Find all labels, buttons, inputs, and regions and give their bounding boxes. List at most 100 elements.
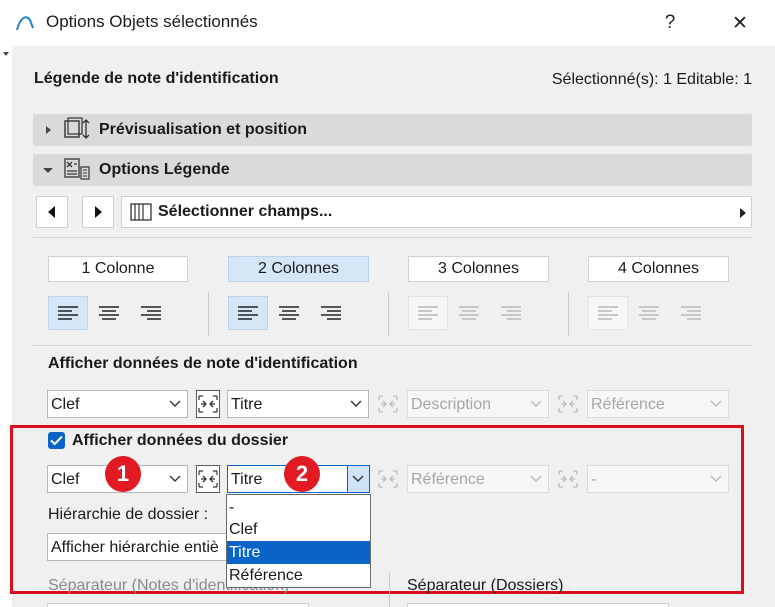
align-center-icon [99,306,119,320]
note-field-3-select[interactable]: Description [407,390,549,418]
hierarchy-label: Hiérarchie de dossier : [48,506,209,523]
link-columns-button[interactable] [376,465,400,493]
link-arrows-icon [378,470,398,488]
note-data-title: Afficher données de note d'identificatio… [48,355,358,372]
divider [33,345,752,346]
column-4-button[interactable]: 4 Colonnes [588,256,729,282]
separator-folders-field[interactable] [407,603,669,607]
section-preview-label: Prévisualisation et position [99,121,308,138]
dropdown-option[interactable]: - [227,496,370,519]
section-preview-position[interactable]: Prévisualisation et position [33,114,752,146]
triangle-left-icon [48,206,55,218]
link-columns-button[interactable] [196,390,220,418]
link-columns-button[interactable] [196,465,220,493]
align-right-button[interactable] [671,296,711,330]
align-right-button[interactable] [311,296,351,330]
separator [208,292,209,336]
align-left-icon [58,306,78,320]
chevron-right-icon [739,206,747,224]
close-button[interactable]: ✕ [725,8,755,38]
dropdown-option-selected[interactable]: Titre [227,541,370,564]
dropdown-option[interactable]: Clef [227,518,370,541]
separator [388,292,389,336]
previous-button[interactable] [36,196,68,228]
note-field-2-select[interactable]: Titre [227,390,369,418]
annotation-badge-1: 1 [105,456,141,492]
selection-status: Sélectionné(s): 1 Editable: 1 [551,71,752,88]
link-columns-button[interactable] [376,390,400,418]
align-left-button[interactable] [228,296,268,330]
align-center-button[interactable] [449,296,489,330]
folder-field-3-value: Référence [411,471,485,488]
chevron-down-icon [169,475,181,482]
hierarchy-value: Afficher hiérarchie entiè [51,539,219,556]
select-fields-button[interactable]: Sélectionner champs... [121,196,752,228]
align-left-button[interactable] [408,296,448,330]
align-left-icon [418,306,438,320]
align-center-button[interactable] [89,296,129,330]
chevron-down-icon [41,163,55,177]
field-dropdown-list[interactable]: - Clef Titre Référence [226,494,371,588]
link-arrows-icon [558,470,578,488]
folder-data-checkbox[interactable] [48,432,65,449]
chevron-right-icon [41,123,55,137]
link-columns-button[interactable] [556,390,580,418]
next-button[interactable] [82,196,114,228]
align-right-button[interactable] [491,296,531,330]
link-arrows-icon [378,395,398,413]
separator-notes-field[interactable] [47,603,309,607]
column-3-button[interactable]: 3 Colonnes [408,256,549,282]
chevron-down-icon [169,400,181,407]
divider [33,237,752,238]
align-right-icon [501,306,521,320]
align-left-icon [238,306,258,320]
chevron-down-icon [530,475,542,482]
align-right-icon [141,306,161,320]
hierarchy-select[interactable]: Afficher hiérarchie entiè [47,533,247,561]
folder-field-3-select[interactable]: Référence [407,465,549,493]
note-field-2-value: Titre [231,396,263,413]
checkmark-icon [50,435,63,446]
column-1-button[interactable]: 1 Colonne [48,256,188,282]
window-title: Options Objets sélectionnés [46,12,258,31]
preview-position-icon [63,117,91,143]
note-field-4-select[interactable]: Référence [587,390,729,418]
legend-options-icon [63,157,91,183]
link-arrows-icon [198,470,218,488]
note-field-3-value: Description [411,396,492,413]
separator [568,292,569,336]
align-right-icon [321,306,341,320]
columns-icon [130,203,152,226]
section-options-label: Options Légende [99,161,230,178]
column-2-button[interactable]: 2 Colonnes [228,256,369,282]
chevron-down-icon [530,400,542,407]
chevron-down-icon [350,400,362,407]
folder-field-1-value: Clef [51,471,80,488]
separator-folders-label: Séparateur (Dossiers) [407,577,564,594]
annotation-badge-2: 2 [284,456,320,492]
chevron-down-icon [352,475,364,482]
panel-heading: Légende de note d'identification [34,70,279,87]
scroll-marker-icon [3,52,9,56]
separator [389,572,390,607]
align-left-button[interactable] [588,296,628,330]
help-button[interactable]: ? [655,8,685,38]
select-fields-label: Sélectionner champs... [158,203,333,220]
align-center-button[interactable] [269,296,309,330]
align-right-icon [681,306,701,320]
align-right-button[interactable] [131,296,171,330]
align-center-button[interactable] [629,296,669,330]
align-center-icon [279,306,299,320]
chevron-down-icon [710,400,722,407]
note-field-1-value: Clef [51,396,80,413]
note-field-1-select[interactable]: Clef [47,390,188,418]
link-columns-button[interactable] [556,465,580,493]
chevron-down-icon [710,475,722,482]
folder-field-4-select[interactable]: - [587,465,729,493]
app-logo-icon [14,12,36,34]
section-options-legend[interactable]: Options Légende [33,154,752,186]
align-center-icon [639,306,659,320]
triangle-right-icon [95,206,102,218]
dropdown-option[interactable]: Référence [227,564,370,587]
align-left-button[interactable] [48,296,88,330]
